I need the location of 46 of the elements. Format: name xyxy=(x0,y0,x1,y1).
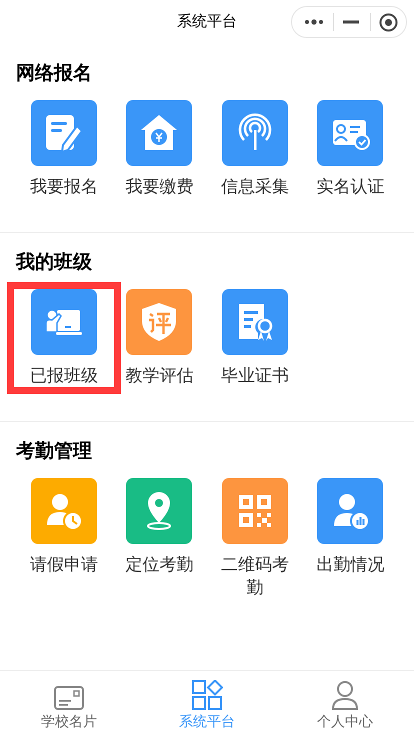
pencil-note-icon xyxy=(46,115,84,154)
section-title: 考勤管理 xyxy=(14,440,93,464)
menu-item[interactable]: 出勤情况 xyxy=(302,478,398,599)
capsule-menu[interactable] xyxy=(291,6,407,38)
signal-tower-icon xyxy=(238,114,271,150)
person-icon xyxy=(332,681,358,710)
menu-item[interactable]: 教学评估 xyxy=(112,289,207,387)
tab-bar-item[interactable]: 学校名片 xyxy=(0,671,138,736)
item-label: 已报班级 xyxy=(28,365,99,387)
item-label: 我要报名 xyxy=(28,176,99,198)
more-icon[interactable] xyxy=(304,19,324,25)
menu-item[interactable]: 实名认证 xyxy=(302,100,398,198)
item-label: 毕业证书 xyxy=(220,365,290,387)
item-label: 二维码考勤 xyxy=(220,554,290,599)
location-pin-icon xyxy=(147,492,172,530)
card-icon xyxy=(54,686,84,710)
person-chart-icon xyxy=(334,494,370,531)
item-label: 实名认证 xyxy=(315,176,386,198)
menu-item[interactable]: 信息采集 xyxy=(207,100,302,198)
teacher-board-icon xyxy=(45,309,82,335)
tab-bar-item[interactable]: 个人中心 xyxy=(276,671,414,736)
id-card-check-icon xyxy=(333,120,370,150)
section-title: 网络报名 xyxy=(15,62,93,86)
menu-item[interactable]: 我要报名 xyxy=(16,100,112,198)
certificate-icon xyxy=(238,304,272,341)
item-label: 定位考勤 xyxy=(124,554,194,576)
minimize-icon[interactable] xyxy=(343,20,359,24)
shield-badge-icon xyxy=(142,303,176,341)
person-clock-icon xyxy=(46,494,83,531)
menu-item[interactable]: 定位考勤 xyxy=(112,478,207,599)
close-icon[interactable] xyxy=(379,12,398,32)
house-coin-icon xyxy=(141,115,178,150)
qr-code-icon xyxy=(238,495,271,527)
page-title: 系统平台 xyxy=(177,12,237,32)
grid-icon xyxy=(192,680,222,710)
menu-item[interactable]: 已报班级 xyxy=(14,289,114,387)
menu-item[interactable]: 二维码考勤 xyxy=(207,478,302,599)
item-label: 教学评估 xyxy=(124,365,194,387)
item-label: 请假申请 xyxy=(28,554,99,576)
item-label: 我要缴费 xyxy=(124,176,194,198)
section-title: 我的班级 xyxy=(14,251,93,275)
item-label: 信息采集 xyxy=(220,176,290,198)
menu-item[interactable]: 请假申请 xyxy=(16,478,112,599)
menu-item[interactable]: 我要缴费 xyxy=(112,100,207,198)
menu-item[interactable]: 毕业证书 xyxy=(207,289,302,387)
item-label: 出勤情况 xyxy=(315,554,386,576)
